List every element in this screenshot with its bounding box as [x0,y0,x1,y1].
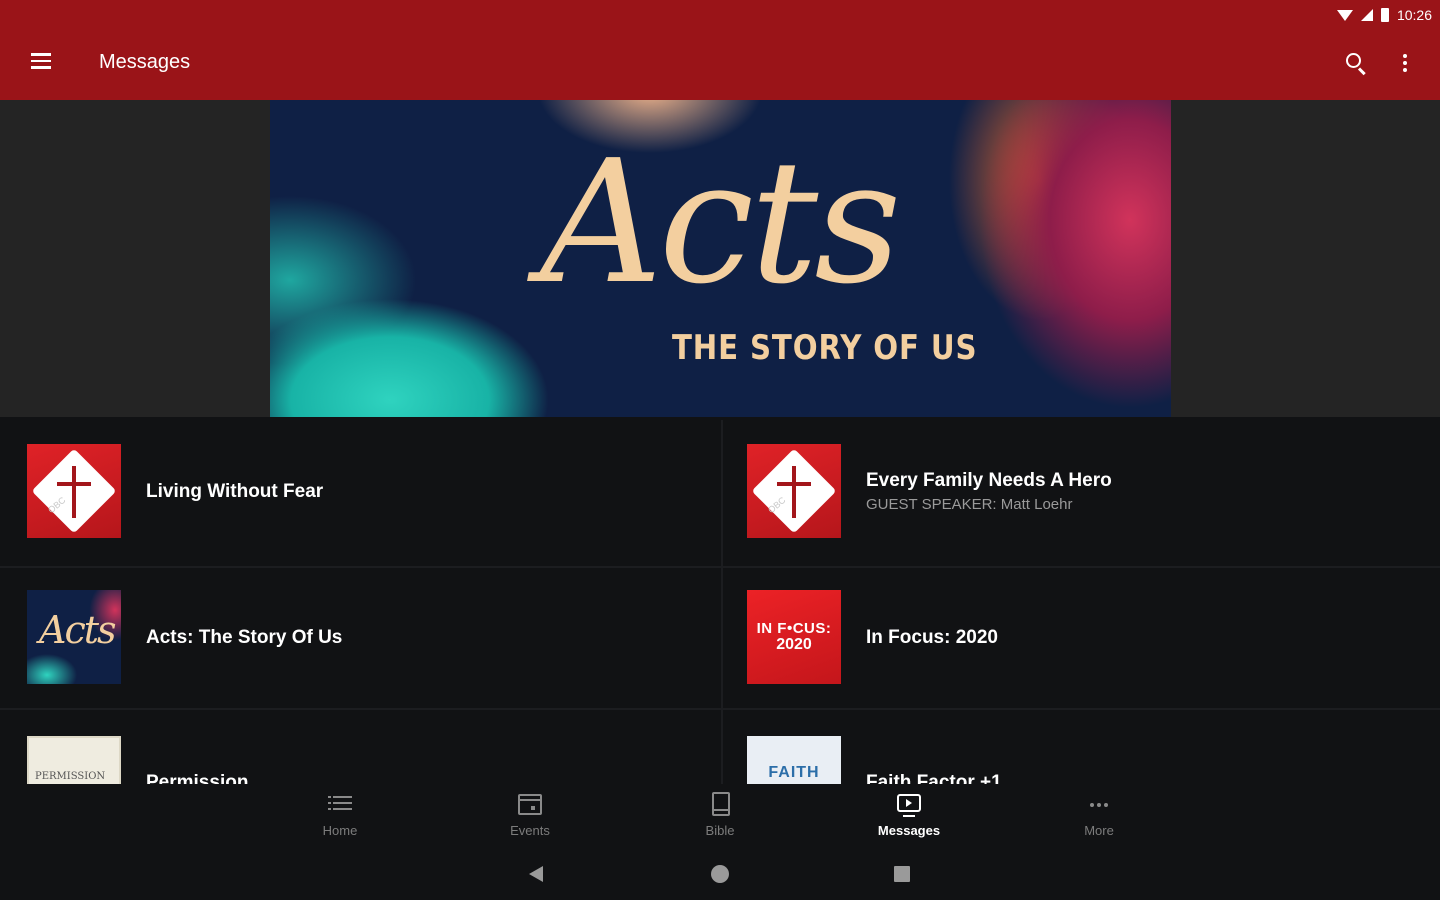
nav-item-more[interactable]: More [1039,784,1159,848]
system-navigation-bar [0,848,1440,900]
nav-label: More [1084,823,1114,838]
signal-icon [1360,9,1373,21]
more-horizontal-icon [1087,792,1111,816]
wifi-icon [1336,9,1353,21]
search-button[interactable] [1340,48,1370,78]
recent-apps-icon[interactable] [894,866,910,882]
search-icon [1346,53,1361,68]
cross-icon [72,466,76,518]
nav-item-messages[interactable]: Messages [849,784,969,848]
series-subtitle: GUEST SPEAKER: Matt Loehr [866,496,1073,513]
nav-label: Bible [705,823,735,838]
overflow-menu-button[interactable] [1390,48,1420,78]
series-item-acts-the-story-of-us[interactable]: Acts Acts: The Story Of Us [0,568,720,714]
series-item-in-focus-2020[interactable]: IN F•CUS: 2020 In Focus: 2020 [720,568,1440,714]
menu-button[interactable] [26,46,56,76]
home-icon[interactable] [711,865,729,883]
hero-script-title: Acts [540,124,902,322]
series-title: Acts: The Story Of Us [146,627,343,648]
hero-banner[interactable]: Acts THE STORY OF US [270,100,1171,417]
series-item-faith-factor[interactable]: FAITH Faith Factor +1 [720,710,1440,784]
back-icon[interactable] [529,866,543,882]
series-item-living-without-fear[interactable]: OBC Living Without Fear [0,420,720,566]
in-focus-thumbnail: IN F•CUS: 2020 [747,590,841,684]
faith-thumbnail: FAITH [747,736,841,784]
series-title: In Focus: 2020 [866,627,998,648]
nav-item-home[interactable]: Home [280,784,400,848]
series-title: Every Family Needs A Hero [866,470,1112,491]
tv-icon [897,794,921,817]
status-time: 10:26 [1396,7,1432,23]
app-bar: 10:26 Messages [0,0,1440,100]
nav-label: Messages [877,823,941,838]
hero-subtitle: THE STORY OF US [672,328,978,368]
page-title: Messages [99,51,191,73]
calendar-icon [518,794,542,815]
nav-item-events[interactable]: Events [470,784,590,848]
book-icon [712,792,730,816]
acts-thumbnail: Acts [27,590,121,684]
series-title: Permission [146,772,249,784]
nav-label: Events [510,823,550,838]
more-vertical-icon [1403,54,1407,58]
series-title: Living Without Fear [146,481,324,502]
church-logo-thumbnail: OBC [27,444,121,538]
hamburger-icon [31,53,51,56]
series-list: OBC Living Without Fear OBC Every Family… [0,420,1440,784]
series-item-permission[interactable]: PERMISSION Permission [0,710,720,784]
battery-icon [1380,8,1389,22]
church-logo-thumbnail: OBC [747,444,841,538]
series-title: Faith Factor +1 [866,772,1002,784]
nav-label: Home [322,823,358,838]
status-bar: 10:26 [1336,4,1432,26]
cross-icon [792,466,796,518]
hero-banner-area: Acts THE STORY OF US [0,100,1440,417]
list-icon [328,792,352,816]
series-item-every-family-needs-a-hero[interactable]: OBC Every Family Needs A Hero GUEST SPEA… [720,420,1440,566]
permission-thumbnail: PERMISSION [27,736,121,784]
app-screen: 10:26 Messages Acts THE STORY OF US OBC … [0,0,1440,900]
bottom-navigation: Home Events Bible Messages More [0,784,1440,848]
nav-item-bible[interactable]: Bible [660,784,780,848]
